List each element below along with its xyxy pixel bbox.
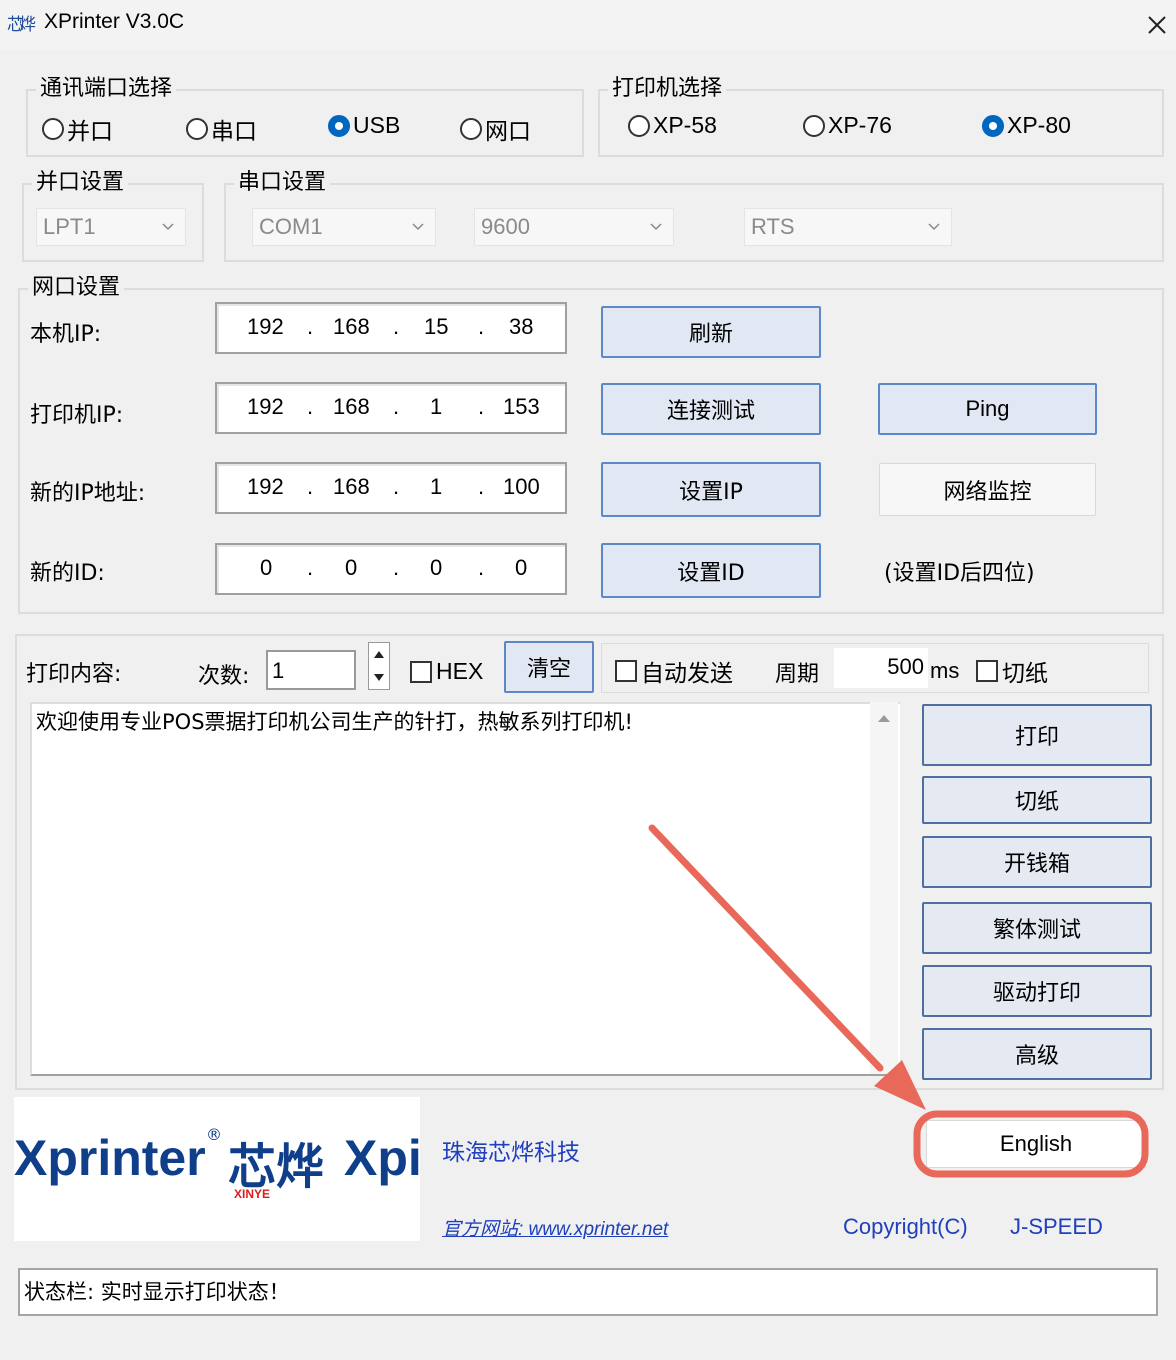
connect-test-button[interactable]: 连接测试: [601, 383, 821, 435]
radio-icon: [628, 114, 650, 137]
chevron-down-icon: [412, 223, 424, 231]
scroll-up-icon[interactable]: [870, 706, 898, 732]
print-content-textarea[interactable]: 欢迎使用专业POS票据打印机公司生产的针打，热敏系列打印机!: [30, 702, 900, 1076]
new-ip-field[interactable]: 192. 168. 1. 100: [215, 462, 567, 514]
xprinter-logo: Xprinter ® 芯烨 XINYE Xpi: [14, 1097, 420, 1241]
radio-xp58[interactable]: XP-58: [628, 112, 717, 139]
radio-icon: [803, 114, 825, 137]
checkbox-icon: [976, 660, 998, 682]
count-label: 次数:: [198, 664, 250, 689]
chevron-down-icon: [162, 223, 174, 231]
chevron-down-icon: [650, 223, 662, 231]
id-hint-text: (设置ID后四位): [884, 561, 1035, 586]
checkbox-icon: [615, 660, 637, 682]
print-content-text: 欢迎使用专业POS票据打印机公司生产的针打，热敏系列打印机!: [36, 710, 633, 734]
auto-send-checkbox[interactable]: 自动发送: [615, 654, 733, 688]
count-input[interactable]: 1: [266, 650, 356, 690]
radio-xp80[interactable]: XP-80: [982, 112, 1071, 139]
copyright-text: Copyright(C): [843, 1214, 968, 1239]
cut-paper-checkbox[interactable]: 切纸: [976, 654, 1048, 688]
printer-ip-label: 打印机IP:: [30, 403, 124, 428]
parallel-label: 并口设置: [32, 170, 129, 196]
radio-serial[interactable]: 串口: [186, 112, 257, 146]
spinner-down-icon[interactable]: [369, 667, 389, 689]
new-id-field[interactable]: 0. 0. 0. 0: [215, 543, 567, 595]
jspeed-text: J-SPEED: [1010, 1214, 1103, 1239]
traditional-test-button[interactable]: 繁体测试: [922, 902, 1152, 954]
refresh-button[interactable]: 刷新: [601, 306, 821, 358]
printer-label: 打印机选择: [608, 76, 727, 102]
new-ip-label: 新的IP地址:: [30, 481, 146, 506]
local-ip-label: 本机IP:: [30, 322, 102, 347]
hex-checkbox[interactable]: HEX: [410, 658, 483, 685]
print-button[interactable]: 打印: [922, 704, 1152, 766]
flow-control-select[interactable]: RTS: [744, 208, 952, 246]
radio-icon: [42, 118, 64, 140]
net-monitor-button[interactable]: 网络监控: [879, 463, 1096, 516]
radio-network[interactable]: 网口: [460, 112, 531, 146]
radio-usb[interactable]: USB: [328, 112, 400, 139]
period-label: 周期: [775, 662, 820, 687]
status-bar: 状态栏: 实时显示打印状态！: [18, 1268, 1158, 1316]
radio-parallel[interactable]: 并口: [42, 112, 113, 146]
spinner-up-icon[interactable]: [369, 643, 389, 665]
baud-rate-select[interactable]: 9600: [474, 208, 674, 246]
close-button[interactable]: [1138, 6, 1176, 44]
comm-port-label: 通讯端口选择: [36, 76, 177, 102]
svg-text:烨: 烨: [19, 15, 36, 35]
cut-paper-button[interactable]: 切纸: [922, 776, 1152, 824]
count-spinner[interactable]: [368, 642, 390, 690]
close-icon: [1148, 16, 1166, 34]
serial-label: 串口设置: [234, 170, 331, 196]
set-id-button[interactable]: 设置ID: [601, 543, 821, 598]
checkbox-icon: [410, 660, 432, 683]
network-label: 网口设置: [28, 275, 125, 301]
window-title: XPrinter V3.0C: [44, 10, 185, 33]
period-input[interactable]: 500: [834, 648, 928, 688]
serial-port-select[interactable]: COM1: [252, 208, 436, 246]
english-button[interactable]: English: [926, 1120, 1146, 1168]
print-content-label: 打印内容:: [26, 662, 122, 687]
set-ip-button[interactable]: 设置IP: [601, 462, 821, 517]
clear-button[interactable]: 清空: [504, 641, 594, 693]
advanced-button[interactable]: 高级: [922, 1028, 1152, 1080]
radio-icon: [460, 118, 482, 140]
ping-button[interactable]: Ping: [878, 383, 1097, 435]
radio-selected-icon: [328, 114, 350, 137]
chevron-down-icon: [928, 223, 940, 231]
open-drawer-button[interactable]: 开钱箱: [922, 836, 1152, 888]
radio-icon: [186, 118, 208, 140]
radio-xp76[interactable]: XP-76: [803, 112, 892, 139]
parallel-port-select[interactable]: LPT1: [36, 208, 186, 246]
app-icon: 芯 烨: [7, 15, 36, 35]
textarea-scrollbar[interactable]: [870, 702, 898, 1074]
driver-print-button[interactable]: 驱动打印: [922, 965, 1152, 1017]
radio-selected-icon: [982, 114, 1004, 137]
website-link[interactable]: 官方网站: www.xprinter.net: [442, 1214, 668, 1241]
company-name: 珠海芯烨科技: [442, 1140, 580, 1166]
printer-ip-field[interactable]: 192. 168. 1. 153: [215, 382, 567, 434]
new-id-label: 新的ID:: [30, 561, 105, 586]
local-ip-field[interactable]: 192. 168. 15. 38: [215, 302, 567, 354]
period-unit: ms: [930, 658, 960, 683]
